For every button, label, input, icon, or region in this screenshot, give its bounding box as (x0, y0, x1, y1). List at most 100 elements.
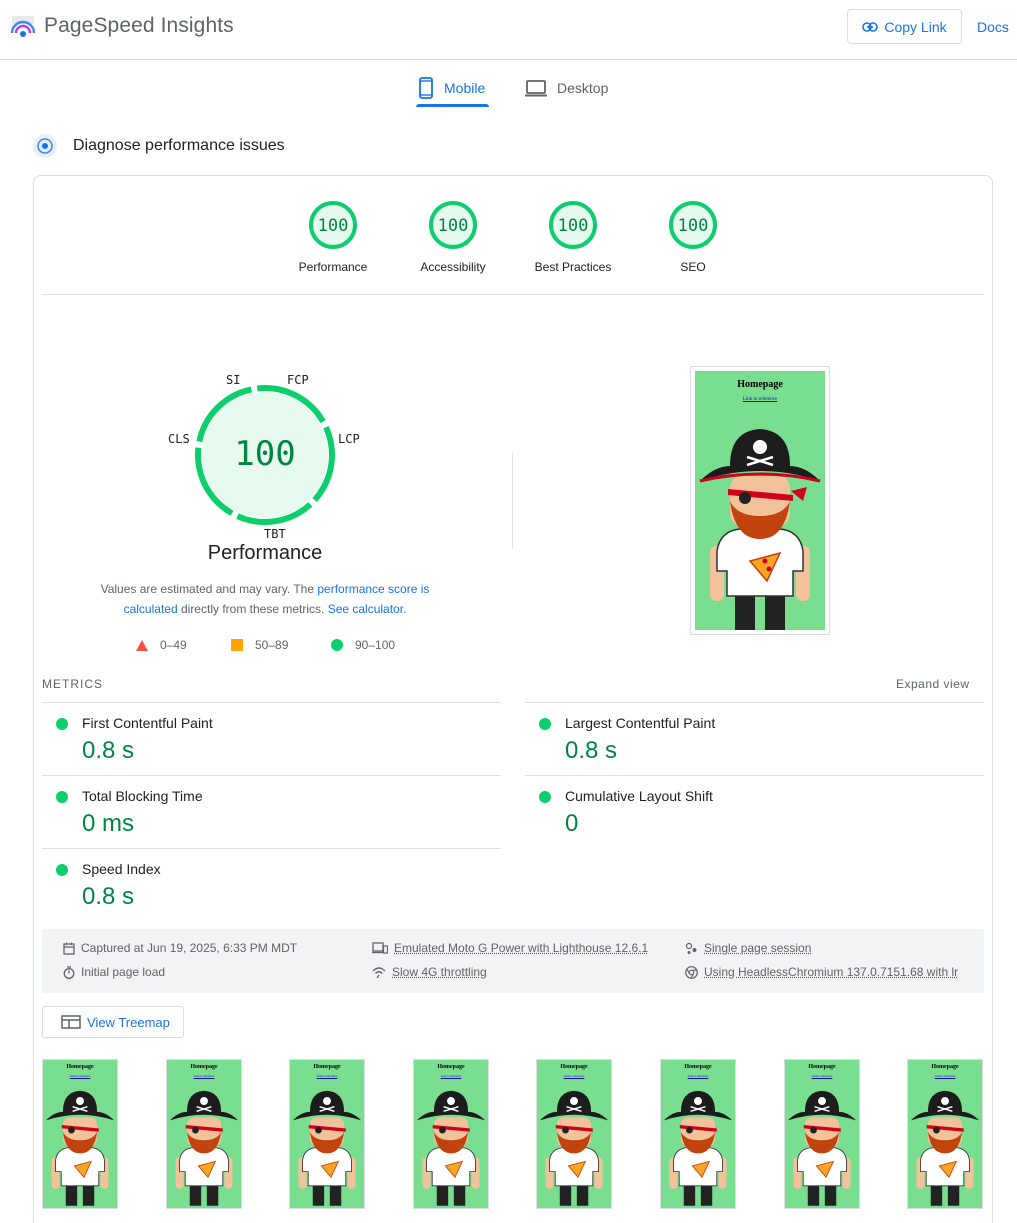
info-session-text: Single page session (704, 941, 811, 955)
copy-link-button[interactable]: Copy Link (847, 9, 962, 44)
app-title: PageSpeed Insights (44, 14, 234, 38)
see-calculator-link[interactable]: See calculator. (328, 602, 407, 616)
info-initial-load: Initial page load (63, 965, 363, 979)
filmstrip-frame: Homepage Link to reference (536, 1059, 612, 1209)
metrics-header: METRICS (42, 677, 103, 691)
performance-big-gauge: 100 (193, 383, 337, 527)
filmstrip-thumbnail: Homepage Link to reference (661, 1060, 735, 1208)
gauge-score: 100 (438, 216, 469, 236)
legend-average: 50–89 (231, 638, 288, 652)
thumbnail-link: Link to reference (43, 1074, 117, 1078)
tab-mobile[interactable]: Mobile (418, 70, 485, 106)
pass-indicator (56, 791, 68, 803)
metric-label: Total Blocking Time (82, 788, 203, 804)
docs-link[interactable]: Docs (977, 19, 1009, 35)
info-browser-text: Using HeadlessChromium 137.0.7151.68 wit… (704, 965, 958, 979)
info-initial-load-text: Initial page load (81, 965, 165, 979)
pagespeed-logo (10, 14, 36, 40)
pirate-illustration (661, 1084, 735, 1208)
view-treemap-button[interactable]: View Treemap (42, 1006, 184, 1038)
square-icon (231, 639, 243, 651)
metric-value: 0 (565, 810, 578, 838)
category-best-practices[interactable]: 100 Best Practices (523, 200, 623, 274)
metric-label: Cumulative Layout Shift (565, 788, 713, 804)
thumbnail-link: Link to reference (414, 1074, 488, 1078)
gauge-letter-fcp: FCP (287, 373, 309, 387)
filmstrip-frame: Homepage Link to reference (413, 1059, 489, 1209)
filmstrip-thumbnail: Homepage Link to reference (43, 1060, 117, 1208)
thumbnail-link: Link to reference (167, 1074, 241, 1078)
gauge-letter-cls: CLS (168, 432, 190, 446)
info-throttling[interactable]: Slow 4G throttling (372, 965, 672, 979)
thumbnail-title: Homepage (785, 1064, 859, 1070)
info-browser[interactable]: Using HeadlessChromium 137.0.7151.68 wit… (685, 965, 967, 979)
category-accessibility[interactable]: 100 Accessibility (403, 200, 503, 274)
score-disclaimer: Values are estimated and may vary. The p… (80, 579, 450, 619)
filmstrip-frame: Homepage Link to reference (660, 1059, 736, 1209)
laptop-icon (525, 79, 547, 97)
screenshot-page-link: Link to reference (695, 397, 825, 402)
info-device-text: Emulated Moto G Power with Lighthouse 12… (394, 941, 648, 955)
gauge-label: SEO (643, 260, 743, 274)
pirate-illustration (43, 1084, 117, 1208)
metric-tbt: Total Blocking Time 0 ms (42, 775, 501, 848)
tab-desktop[interactable]: Desktop (525, 70, 608, 106)
filmstrip-thumbnail: Homepage Link to reference (167, 1060, 241, 1208)
legend-pass: 90–100 (331, 638, 395, 652)
gauge-label: Best Practices (523, 260, 623, 274)
info-captured: Captured at Jun 19, 2025, 6:33 PM MDT (63, 941, 363, 955)
pass-indicator (539, 791, 551, 803)
thumbnail-link: Link to reference (290, 1074, 364, 1078)
screenshot-image: Homepage Link to reference (695, 371, 825, 630)
devices-icon (372, 942, 388, 954)
pass-indicator (56, 718, 68, 730)
link-icon (862, 22, 878, 32)
gauge-letter-tbt: TBT (264, 527, 286, 541)
pirate-illustration (537, 1084, 611, 1208)
gauge-label: Accessibility (403, 260, 503, 274)
tab-desktop-label: Desktop (557, 80, 608, 96)
filmstrip-frame: Homepage Link to reference (42, 1059, 118, 1209)
metric-label: Speed Index (82, 861, 161, 877)
thumbnail-link: Link to reference (661, 1074, 735, 1078)
category-performance[interactable]: 100 Performance (283, 200, 383, 274)
top-bar: PageSpeed Insights Copy Link Docs (0, 0, 1017, 60)
gauge-score: 100 (558, 216, 589, 236)
tab-selected-indicator (416, 104, 489, 107)
metric-lcp: Largest Contentful Paint 0.8 s (525, 702, 984, 775)
gauge-label: Performance (283, 260, 383, 274)
pirate-illustration (167, 1084, 241, 1208)
calendar-icon (63, 942, 75, 955)
pirate-illustration (908, 1084, 982, 1208)
filmstrip-thumbnail: Homepage Link to reference (537, 1060, 611, 1208)
gauge-score: 100 (678, 216, 709, 236)
thumbnail-title: Homepage (537, 1064, 611, 1070)
filmstrip-frame: Homepage Link to reference (166, 1059, 242, 1209)
filmstrip-frame: Homepage Link to reference (289, 1059, 365, 1209)
metric-fcp: First Contentful Paint 0.8 s (42, 702, 501, 775)
thumbnail-title: Homepage (908, 1064, 982, 1070)
info-device[interactable]: Emulated Moto G Power with Lighthouse 12… (372, 941, 672, 955)
pass-indicator (539, 718, 551, 730)
metric-cls: Cumulative Layout Shift 0 (525, 775, 984, 848)
pirate-illustration (785, 1084, 859, 1208)
score-gauge: 100 (668, 200, 718, 250)
thumbnail-link: Link to reference (908, 1074, 982, 1078)
legend-range: 90–100 (355, 638, 395, 652)
network-icon (372, 966, 386, 978)
expand-view-toggle[interactable]: Expand view (896, 677, 970, 691)
thumbnail-link: Link to reference (785, 1074, 859, 1078)
view-treemap-label: View Treemap (87, 1015, 170, 1030)
info-session[interactable]: Single page session (685, 941, 975, 955)
metric-value: 0.8 s (565, 737, 617, 765)
final-screenshot[interactable]: Homepage Link to reference (690, 366, 830, 635)
pirate-illustration (414, 1084, 488, 1208)
triangle-icon (136, 640, 148, 651)
big-gauge-score: 100 (234, 434, 295, 474)
filmstrip-thumbnail: Homepage Link to reference (290, 1060, 364, 1208)
filmstrip-thumbnail: Homepage Link to reference (414, 1060, 488, 1208)
filmstrip-thumbnail: Homepage Link to reference (785, 1060, 859, 1208)
score-gauge: 100 (428, 200, 478, 250)
filmstrip-thumbnail: Homepage Link to reference (908, 1060, 982, 1208)
category-seo[interactable]: 100 SEO (643, 200, 743, 274)
